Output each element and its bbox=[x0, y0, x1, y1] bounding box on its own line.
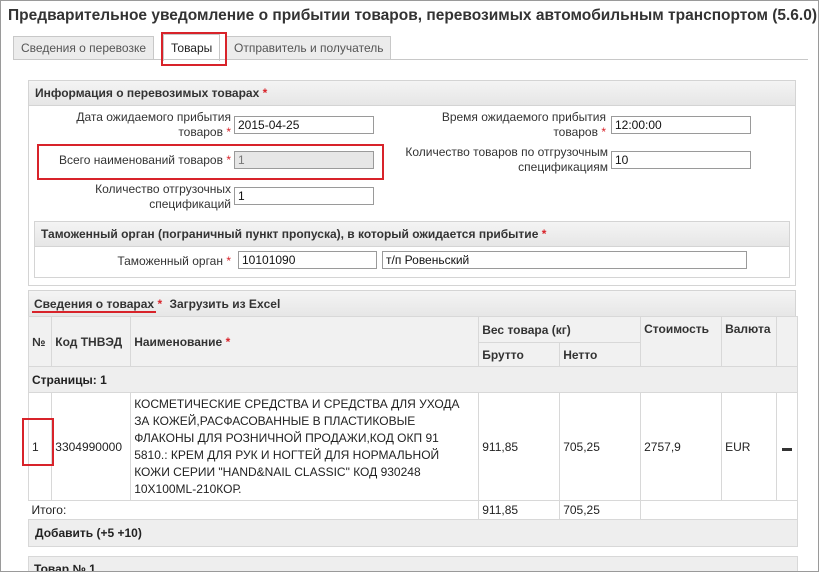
load-excel-link[interactable]: Загрузить из Excel bbox=[169, 297, 280, 311]
col-currency: Валюта bbox=[721, 316, 777, 367]
item-header: Товар № 1 bbox=[28, 556, 798, 571]
spec-count-input[interactable] bbox=[234, 187, 374, 205]
remove-row-button[interactable] bbox=[775, 392, 799, 501]
tab-sender-receiver[interactable]: Отправитель и получатель bbox=[226, 36, 392, 59]
goods-count-label: Количество товаров по отгрузочным специф… bbox=[405, 145, 608, 174]
spec-count-label: Количество отгрузочных спецификаций bbox=[95, 182, 231, 211]
add-row-bar: Добавить (+5 +10) bbox=[28, 519, 798, 547]
add-button[interactable]: Добавить bbox=[35, 526, 93, 540]
customs-label: Таможенный орган * bbox=[117, 254, 231, 268]
minus-icon bbox=[781, 447, 792, 451]
goods-table: № Код ТНВЭД Наименование * Вес товара (к… bbox=[27, 316, 799, 571]
window: Предварительное уведомление о прибытии т… bbox=[0, 0, 819, 572]
col-code: Код ТНВЭД bbox=[51, 316, 132, 367]
total-label: Итого: bbox=[28, 500, 480, 520]
row-gross: 911,85 bbox=[478, 392, 561, 501]
row-cost: 2757,9 bbox=[640, 392, 723, 501]
total-gross: 911,85 bbox=[478, 500, 561, 520]
customs-header: Таможенный орган (пограничный пункт проп… bbox=[35, 222, 789, 247]
customs-name-input[interactable] bbox=[382, 251, 747, 269]
tab-transport-info[interactable]: Сведения о перевозке bbox=[13, 36, 155, 59]
col-name: Наименование * bbox=[130, 316, 480, 367]
col-weight: Вес товара (кг) bbox=[478, 316, 642, 343]
goods-section-title: Сведения о товарах bbox=[34, 297, 155, 311]
row-currency: EUR bbox=[721, 392, 777, 501]
col-net: Нетто bbox=[559, 342, 642, 367]
total-net: 705,25 bbox=[559, 500, 642, 520]
row-net: 705,25 bbox=[559, 392, 642, 501]
tab-divider bbox=[13, 59, 808, 60]
col-cost: Стоимость bbox=[640, 316, 723, 367]
total-names-label: Всего наименований товаров * bbox=[59, 153, 231, 167]
customs-panel: Таможенный орган (пограничный пункт проп… bbox=[34, 221, 790, 278]
arrival-time-input[interactable] bbox=[611, 116, 751, 134]
pages-label: Страницы: 1 bbox=[28, 366, 798, 393]
underline-goods-title bbox=[32, 311, 156, 313]
tab-goods[interactable]: Товары bbox=[163, 34, 221, 61]
col-gross: Брутто bbox=[478, 342, 561, 367]
add-10-button[interactable]: +10) bbox=[118, 526, 142, 540]
arrival-time-label: Время ожидаемого прибытия товаров * bbox=[441, 110, 606, 139]
total-names-input[interactable] bbox=[234, 151, 374, 169]
goods-count-input[interactable] bbox=[611, 151, 751, 169]
goods-info-header: Информация о перевозимых товарах * bbox=[29, 81, 795, 106]
page-title: Предварительное уведомление о прибытии т… bbox=[8, 7, 818, 24]
customs-code-input[interactable] bbox=[238, 251, 377, 269]
col-num: № bbox=[27, 316, 53, 367]
table-row[interactable]: 1 3304990000 КОСМЕТИЧЕСКИЕ СРЕДСТВА И СР… bbox=[27, 392, 799, 501]
add-5-button[interactable]: (+5 bbox=[96, 526, 114, 540]
arrival-date-label: Дата ожидаемого прибытия товаров * bbox=[76, 110, 231, 139]
row-num: 1 bbox=[27, 392, 53, 501]
arrival-date-input[interactable] bbox=[234, 116, 374, 134]
row-code: 3304990000 bbox=[51, 392, 132, 501]
row-name: КОСМЕТИЧЕСКИЕ СРЕДСТВА И СРЕДСТВА ДЛЯ УХ… bbox=[130, 392, 480, 501]
